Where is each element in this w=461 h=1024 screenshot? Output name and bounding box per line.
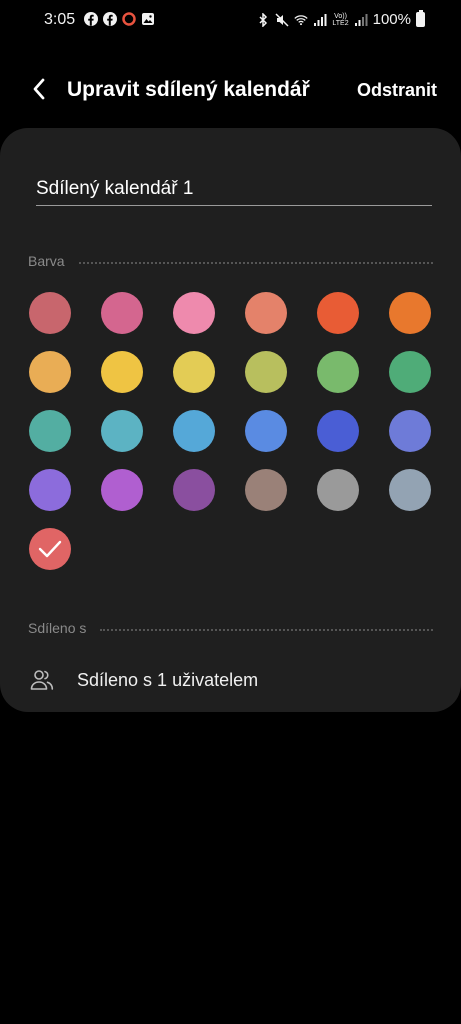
section-divider xyxy=(78,262,433,264)
status-time: 3:05 xyxy=(44,11,76,28)
back-button[interactable] xyxy=(26,76,52,102)
color-swatch[interactable] xyxy=(173,292,215,334)
signal-icon xyxy=(313,13,327,27)
color-swatch[interactable] xyxy=(173,351,215,393)
color-swatch[interactable] xyxy=(101,351,143,393)
facebook-icon xyxy=(84,12,98,26)
color-swatch[interactable] xyxy=(317,351,359,393)
color-swatch[interactable] xyxy=(101,469,143,511)
notification-icons xyxy=(84,12,155,26)
gallery-icon xyxy=(141,12,155,26)
shared-section-header: Sdíleno s xyxy=(28,620,433,636)
color-swatch[interactable] xyxy=(29,351,71,393)
color-swatch[interactable] xyxy=(101,292,143,334)
battery-percent: 100% xyxy=(372,11,411,28)
people-icon xyxy=(30,668,54,692)
delete-button[interactable]: Odstranit xyxy=(357,80,437,101)
record-ring-icon xyxy=(122,12,136,26)
shared-with-row[interactable]: Sdíleno s 1 uživatelem xyxy=(30,662,430,698)
battery-icon xyxy=(416,10,425,27)
color-swatch[interactable] xyxy=(317,469,359,511)
app-bar: Upravit sdílený kalendář Odstranit xyxy=(0,60,461,120)
color-swatch[interactable] xyxy=(173,469,215,511)
color-swatch[interactable] xyxy=(101,410,143,452)
color-swatch[interactable] xyxy=(245,410,287,452)
status-bar: 3:05 Vo)) LTE2 100% xyxy=(0,0,461,40)
color-swatch[interactable] xyxy=(29,292,71,334)
color-palette xyxy=(29,292,431,570)
edit-calendar-card: Barva Sdíleno s Sdíleno s 1 uživatelem xyxy=(0,128,461,712)
volte-label: Vo)) LTE2 xyxy=(332,12,349,27)
section-divider xyxy=(100,629,433,631)
color-swatch[interactable] xyxy=(389,292,431,334)
color-section-label: Barva xyxy=(28,253,65,269)
color-swatch[interactable] xyxy=(173,410,215,452)
shared-with-label: Sdíleno s 1 uživatelem xyxy=(77,669,259,690)
color-swatch[interactable] xyxy=(317,410,359,452)
color-swatch[interactable] xyxy=(29,410,71,452)
color-swatch[interactable] xyxy=(389,469,431,511)
color-section-header: Barva xyxy=(28,253,433,269)
color-swatch[interactable] xyxy=(389,410,431,452)
shared-section-label: Sdíleno s xyxy=(28,620,87,636)
color-swatch[interactable] xyxy=(389,351,431,393)
bluetooth-icon xyxy=(256,12,270,27)
color-swatch-selected[interactable] xyxy=(29,528,71,570)
calendar-name-input[interactable] xyxy=(36,172,432,206)
facebook-icon xyxy=(103,12,117,26)
color-swatch[interactable] xyxy=(245,351,287,393)
signal-icon xyxy=(354,13,368,27)
checkmark-icon xyxy=(38,540,62,558)
color-swatch[interactable] xyxy=(317,292,359,334)
page-title: Upravit sdílený kalendář xyxy=(67,78,310,101)
wifi-icon xyxy=(294,13,309,27)
mute-icon xyxy=(275,12,289,27)
back-arrow-icon xyxy=(33,78,45,100)
color-swatch[interactable] xyxy=(245,292,287,334)
color-swatch[interactable] xyxy=(29,469,71,511)
color-swatch[interactable] xyxy=(245,469,287,511)
system-status: Vo)) LTE2 100% xyxy=(256,10,425,28)
